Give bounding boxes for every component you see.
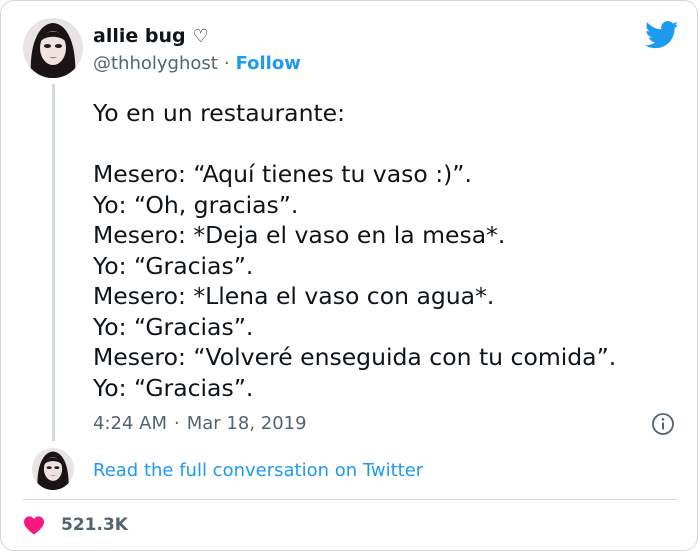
read-conversation-link[interactable]: Read the full conversation on Twitter [93, 457, 423, 483]
author-name-row[interactable]: allie bug ♡ [93, 22, 209, 50]
tweet-line: Mesero: *Deja el vaso en la mesa*. [93, 221, 506, 249]
author-name-heart: ♡ [192, 25, 209, 47]
follow-button[interactable]: Follow [236, 53, 301, 74]
separator-dot: · [223, 52, 230, 74]
like-count: 521.3K [61, 515, 128, 535]
separator-dot: · [174, 412, 180, 434]
twitter-bird-icon[interactable] [645, 21, 679, 49]
tweet-line: Mesero: “Aquí tienes tu vaso :)”. [93, 160, 472, 188]
tweet-line: Mesero: “Volveré enseguida con tu comida… [93, 343, 617, 371]
info-icon[interactable] [651, 412, 675, 436]
tweet-time[interactable]: 4:24 AM [93, 413, 167, 434]
tweet-date[interactable]: Mar 18, 2019 [187, 413, 307, 434]
author-name[interactable]: allie bug [93, 25, 186, 47]
tweet-timestamp[interactable]: 4:24 AM · Mar 18, 2019 [93, 410, 307, 436]
tweet-text: Yo en un restaurante: Mesero: “Aquí tien… [93, 98, 673, 403]
heart-icon[interactable] [23, 515, 45, 535]
divider [23, 499, 677, 500]
author-handle[interactable]: @thholyghost [93, 53, 218, 74]
tweet-line: Yo: “Gracias”. [93, 251, 254, 280]
tweet-line: Yo en un restaurante: [93, 99, 346, 127]
tweet-card: allie bug ♡ @thholyghost · Follow Yo en … [0, 0, 698, 551]
tweet-line: Yo: “Oh, gracias”. [93, 190, 299, 219]
tweet-line: Yo: “Gracias”. [93, 312, 254, 341]
avatar-small[interactable] [32, 448, 74, 490]
likes-row[interactable]: 521.3K [23, 512, 128, 538]
avatar[interactable] [23, 18, 83, 78]
tweet-line: Mesero: *Llena el vaso con agua*. [93, 282, 495, 310]
handle-row: @thholyghost · Follow [93, 50, 301, 76]
thread-line [52, 84, 55, 441]
tweet-line: Yo: “Gracias”. [93, 373, 254, 402]
